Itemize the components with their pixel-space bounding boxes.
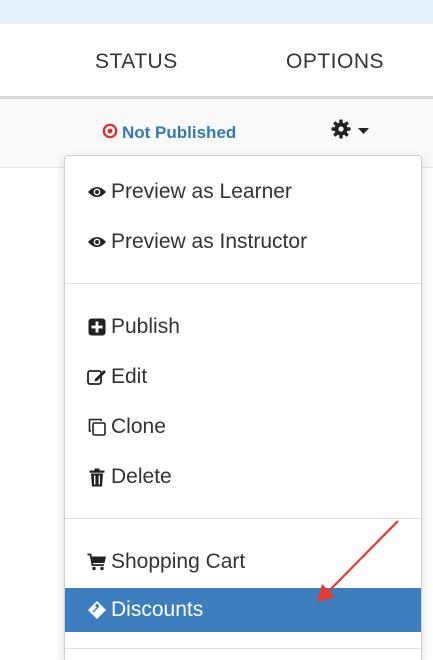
shopping-cart-icon (87, 552, 107, 572)
menu-item-edit[interactable]: Edit (65, 355, 421, 399)
table-header: STATUS OPTIONS (0, 24, 433, 99)
menu-item-preview-as-instructor[interactable]: Preview as Instructor (65, 220, 421, 264)
menu-item-preview-as-learner[interactable]: Preview as Learner (65, 170, 421, 214)
menu-item-label: Clone (111, 415, 166, 438)
not-published-icon (102, 123, 118, 144)
menu-item-label: Delete (111, 465, 172, 488)
plus-square-icon (87, 317, 107, 337)
trash-icon (87, 467, 107, 487)
menu-divider (65, 648, 421, 649)
menu-item-label: Preview as Instructor (111, 230, 308, 253)
options-column-header: OPTIONS (286, 50, 385, 73)
menu-item-label: Publish (111, 315, 180, 338)
gear-icon (330, 118, 352, 145)
caret-down-icon (358, 122, 369, 140)
tag-icon (87, 600, 107, 620)
menu-divider (65, 518, 421, 519)
menu-item-delete[interactable]: Delete (65, 455, 421, 499)
eye-icon (87, 182, 107, 202)
menu-item-label: Shopping Cart (111, 550, 246, 573)
eye-icon (87, 232, 107, 252)
menu-item-label: Preview as Learner (111, 180, 292, 203)
menu-item-label: Discounts (111, 598, 204, 621)
clone-icon (87, 417, 107, 437)
status-badge: Not Published (122, 123, 237, 142)
options-dropdown-button[interactable] (330, 118, 376, 144)
menu-item-shopping-cart[interactable]: Shopping Cart (65, 540, 421, 584)
menu-item-publish[interactable]: Publish (65, 305, 421, 349)
menu-item-clone[interactable]: Clone (65, 405, 421, 449)
top-band (0, 0, 433, 24)
status-cell: Not Published (102, 121, 236, 145)
status-column-header: STATUS (95, 50, 178, 73)
options-dropdown-menu: Preview as Learner Preview as Instructor… (64, 155, 422, 660)
menu-item-label: Edit (111, 365, 148, 388)
edit-icon (87, 367, 107, 387)
menu-item-discounts[interactable]: Discounts (65, 588, 421, 632)
menu-divider (65, 283, 421, 284)
